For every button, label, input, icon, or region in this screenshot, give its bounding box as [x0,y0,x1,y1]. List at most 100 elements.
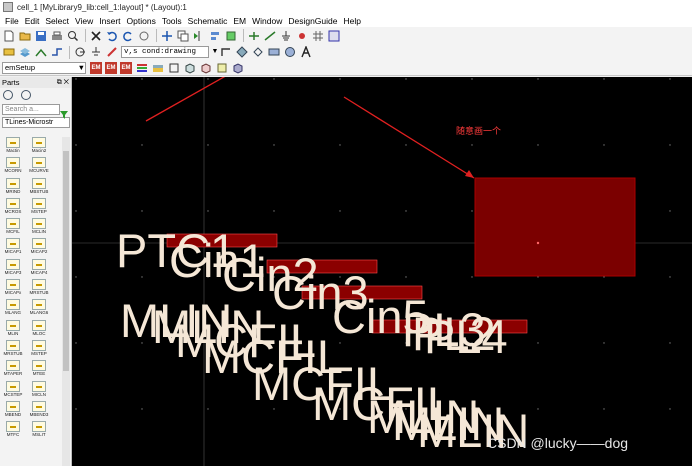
component-icon[interactable] [2,45,16,59]
open-icon[interactable] [18,29,32,43]
move-icon[interactable] [160,29,174,43]
palette-item[interactable]: MCLIN [28,218,50,238]
layer-stack-icon[interactable] [135,61,149,75]
palette-item[interactable]: MICLN [28,380,50,401]
zoom-icon[interactable] [66,29,80,43]
parts-search-input[interactable]: Search a... [2,104,60,115]
grid-icon[interactable] [311,29,325,43]
menu-options[interactable]: Options [124,16,159,26]
view-3d-icon[interactable] [231,61,245,75]
palette-item[interactable]: Mactin [2,137,24,157]
palette-item[interactable]: MRIND [2,177,24,198]
menu-select[interactable]: Select [42,16,72,26]
insert-port-icon[interactable] [247,29,261,43]
palette-item[interactable]: MLANG6 [28,299,50,319]
pen-icon[interactable] [105,45,119,59]
trace-icon[interactable] [50,45,64,59]
em-simulate-icon[interactable]: EM [90,61,102,74]
palette-item[interactable]: MBEND [2,400,24,421]
menu-edit[interactable]: Edit [22,16,43,26]
parts-scrollbar[interactable] [62,137,70,466]
em-setup-icon[interactable]: EM [105,61,117,74]
cut-icon[interactable] [89,29,103,43]
insert-ground-icon[interactable] [279,29,293,43]
palette-item[interactable]: MRSTUB [2,339,24,360]
substrate-icon[interactable] [151,61,165,75]
palette-item[interactable]: MCSTEP [2,380,24,401]
palette-item[interactable]: MICAP3 [2,258,24,279]
route-icon[interactable] [34,45,48,59]
palette-item[interactable]: MSTEP [28,339,50,360]
command-line-input[interactable]: v,s cond:drawing [121,46,209,58]
panel-close-icon[interactable]: ⧉ ✕ [57,79,71,87]
filter-icon[interactable] [60,111,68,119]
em-results-icon[interactable]: EM [120,61,132,74]
library-icon[interactable] [21,90,31,100]
palette-item[interactable]: MICAPx [2,279,24,299]
palette-item[interactable]: MICAP4 [28,258,50,279]
palette-item[interactable]: MSLIT [28,421,50,441]
rectangle-icon[interactable] [267,45,281,59]
print-icon[interactable] [50,29,64,43]
box-3d-icon[interactable] [183,61,197,75]
align-icon[interactable] [208,29,222,43]
insert-via-icon[interactable] [295,29,309,43]
save-icon[interactable] [34,29,48,43]
palette-item[interactable]: MCORN [2,157,24,177]
history-icon[interactable] [3,90,13,100]
copy-icon[interactable] [176,29,190,43]
cube-icon[interactable] [199,61,213,75]
undo-icon[interactable] [105,29,119,43]
menu-help[interactable]: Help [340,16,363,26]
palette-item[interactable]: MCFIL [2,218,24,238]
stack-icon[interactable] [215,61,229,75]
palette-item[interactable]: MBSTUB [28,177,50,198]
component-symbol-icon [6,238,20,250]
redo-icon[interactable] [121,29,135,43]
palette-item[interactable]: MICAP1 [2,238,24,258]
chevron-down-icon[interactable]: ▼ [211,46,219,58]
palette-item[interactable]: MBEND3 [28,400,50,421]
menu-schematic[interactable]: Schematic [185,16,231,26]
diamond-icon[interactable] [251,45,265,59]
palette-item[interactable]: MLOC [28,319,50,340]
palette-item-label: MICAP4 [30,269,48,275]
palette-item[interactable]: Macin2 [28,137,50,157]
menu-tools[interactable]: Tools [159,16,185,26]
em-setup-select[interactable]: emSetup ▼ [2,61,86,74]
new-icon[interactable] [2,29,16,43]
polygon-icon[interactable] [235,45,249,59]
menu-designguide[interactable]: DesignGuide [285,16,340,26]
layout-canvas[interactable]: PTC1 Cin1 Cin2 Cin3 Cin5 PL3 PL2 PL4 MLI… [72,77,692,466]
chevron-down-icon: ▼ [77,62,85,72]
flip-icon[interactable] [224,29,238,43]
circle-icon[interactable] [283,45,297,59]
palette-item[interactable]: MTAPER [2,360,24,380]
menu-view[interactable]: View [72,16,96,26]
insert-wire-icon[interactable] [263,29,277,43]
text-icon[interactable] [299,45,313,59]
rotate-icon[interactable] [137,29,151,43]
menu-insert[interactable]: Insert [96,16,123,26]
layer-icon[interactable] [18,45,32,59]
palette-item[interactable]: MCROS [2,197,24,218]
polyline-icon[interactable] [219,45,233,59]
port-editor-icon[interactable] [167,61,181,75]
menu-window[interactable]: Window [249,16,285,26]
ref-port-icon[interactable] [73,45,87,59]
palette-item[interactable]: MICAP2 [28,238,50,258]
menu-em[interactable]: EM [230,16,249,26]
menu-file[interactable]: File [2,16,22,26]
palette-item[interactable]: MLANG [2,299,24,319]
layout-drawing[interactable]: PTC1 Cin1 Cin2 Cin3 Cin5 PL3 PL2 PL4 MLI… [72,77,692,466]
scrollbar-thumb[interactable] [63,151,69,371]
palette-item[interactable]: MCURVE [28,157,50,177]
snap-icon[interactable] [327,29,341,43]
palette-item[interactable]: MLIN [2,319,24,340]
palette-item[interactable]: MTFC [2,421,24,441]
palette-item[interactable]: MTEE [28,360,50,380]
palette-item[interactable]: MSTEP [28,197,50,218]
ground-icon[interactable] [89,45,103,59]
palette-item[interactable]: MRSTUB [28,279,50,299]
mirror-icon[interactable] [192,29,206,43]
